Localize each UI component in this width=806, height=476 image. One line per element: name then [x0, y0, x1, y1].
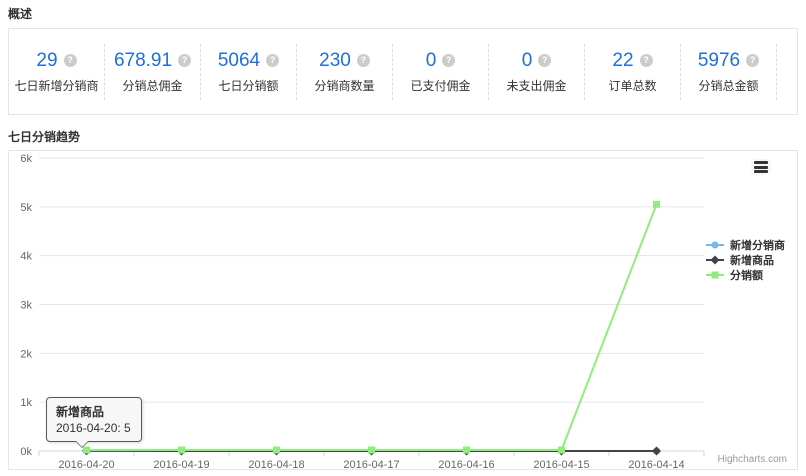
stat-card-paid-commission: 0 ? 已支付佣金 [393, 44, 489, 100]
svg-text:1k: 1k [20, 397, 32, 409]
help-icon[interactable]: ? [640, 54, 653, 67]
stat-label: 分销总金额 [681, 77, 776, 94]
svg-text:2016-04-16: 2016-04-16 [438, 459, 494, 469]
svg-text:2k: 2k [20, 348, 32, 360]
svg-text:2016-04-20: 2016-04-20 [58, 459, 114, 469]
tooltip-value: 2016-04-20: 5 [56, 421, 132, 435]
stat-value: 0 [426, 50, 437, 72]
svg-text:2016-04-17: 2016-04-17 [343, 459, 399, 469]
stat-label: 未支出佣金 [489, 77, 584, 94]
legend-item[interactable]: 新增分销商 [706, 237, 785, 252]
help-icon[interactable]: ? [357, 54, 370, 67]
stat-card-sales-7d: 5064 ? 七日分销额 [201, 44, 297, 100]
dashboard-page: 概述 29 ? 七日新增分销商 678.91 ? 分销总佣金 5064 ? 七日… [0, 0, 806, 476]
stat-label: 分销总佣金 [105, 77, 200, 94]
trend-section-title: 七日分销趋势 [8, 128, 80, 145]
legend-item-label: 分销额 [730, 267, 763, 283]
square-marker-icon [706, 269, 726, 281]
chart-legend: 新增分销商新增商品分销额 [706, 237, 785, 282]
stat-label: 订单总数 [585, 77, 680, 94]
circle-marker-icon [706, 239, 726, 251]
legend-item-label: 新增商品 [730, 252, 774, 268]
legend-item-label: 新增分销商 [730, 237, 785, 253]
chart-tooltip: 新增商品 2016-04-20: 5 [46, 397, 142, 442]
stat-card-distributor-count: 230 ? 分销商数量 [297, 44, 393, 100]
tooltip-series-name: 新增商品 [56, 403, 132, 420]
diamond-marker-icon [706, 254, 726, 266]
svg-text:2016-04-18: 2016-04-18 [248, 459, 304, 469]
stat-card-order-total: 22 ? 订单总数 [585, 44, 681, 100]
stats-panel: 29 ? 七日新增分销商 678.91 ? 分销总佣金 5064 ? 七日分销额… [8, 28, 798, 115]
stat-card-unpaid-commission: 0 ? 未支出佣金 [489, 44, 585, 100]
stat-label: 七日新增分销商 [9, 77, 104, 94]
stat-value: 29 [36, 50, 57, 72]
stat-card-total-amount: 5976 ? 分销总金额 [681, 44, 777, 100]
help-icon[interactable]: ? [64, 54, 77, 67]
legend-item[interactable]: 新增商品 [706, 252, 785, 267]
help-icon[interactable]: ? [442, 54, 455, 67]
stat-value: 230 [319, 50, 351, 72]
legend-item[interactable]: 分销额 [706, 267, 785, 282]
help-icon[interactable]: ? [538, 54, 551, 67]
stat-value: 5064 [218, 50, 260, 72]
svg-text:3k: 3k [20, 300, 32, 312]
stat-label: 七日分销额 [201, 77, 296, 94]
svg-text:4k: 4k [20, 251, 32, 263]
help-icon[interactable]: ? [266, 54, 279, 67]
svg-text:6k: 6k [20, 153, 32, 165]
svg-text:2016-04-14: 2016-04-14 [628, 459, 684, 469]
svg-text:0k: 0k [20, 446, 32, 458]
highcharts-credits-link[interactable]: Highcharts.com [718, 454, 787, 465]
stat-card-total-commission: 678.91 ? 分销总佣金 [105, 44, 201, 100]
svg-text:2016-04-15: 2016-04-15 [533, 459, 589, 469]
svg-text:5k: 5k [20, 202, 32, 214]
stat-value: 22 [612, 50, 633, 72]
stat-card-new-distributors-7d: 29 ? 七日新增分销商 [9, 44, 105, 100]
svg-text:2016-04-19: 2016-04-19 [153, 459, 209, 469]
stat-label: 已支付佣金 [393, 77, 488, 94]
stat-label: 分销商数量 [297, 77, 392, 94]
stat-value: 5976 [698, 50, 740, 72]
chart-export-menu-icon[interactable] [751, 159, 771, 175]
stat-value: 0 [522, 50, 533, 72]
help-icon[interactable]: ? [178, 54, 191, 67]
trend-chart-panel: 0k 1k 2k 3k 4k 5k 6k 2016-04-20 2016-04-19 2016-0… [8, 150, 798, 470]
stat-value: 678.91 [114, 50, 172, 72]
help-icon[interactable]: ? [746, 54, 759, 67]
overview-section-title: 概述 [8, 5, 32, 22]
